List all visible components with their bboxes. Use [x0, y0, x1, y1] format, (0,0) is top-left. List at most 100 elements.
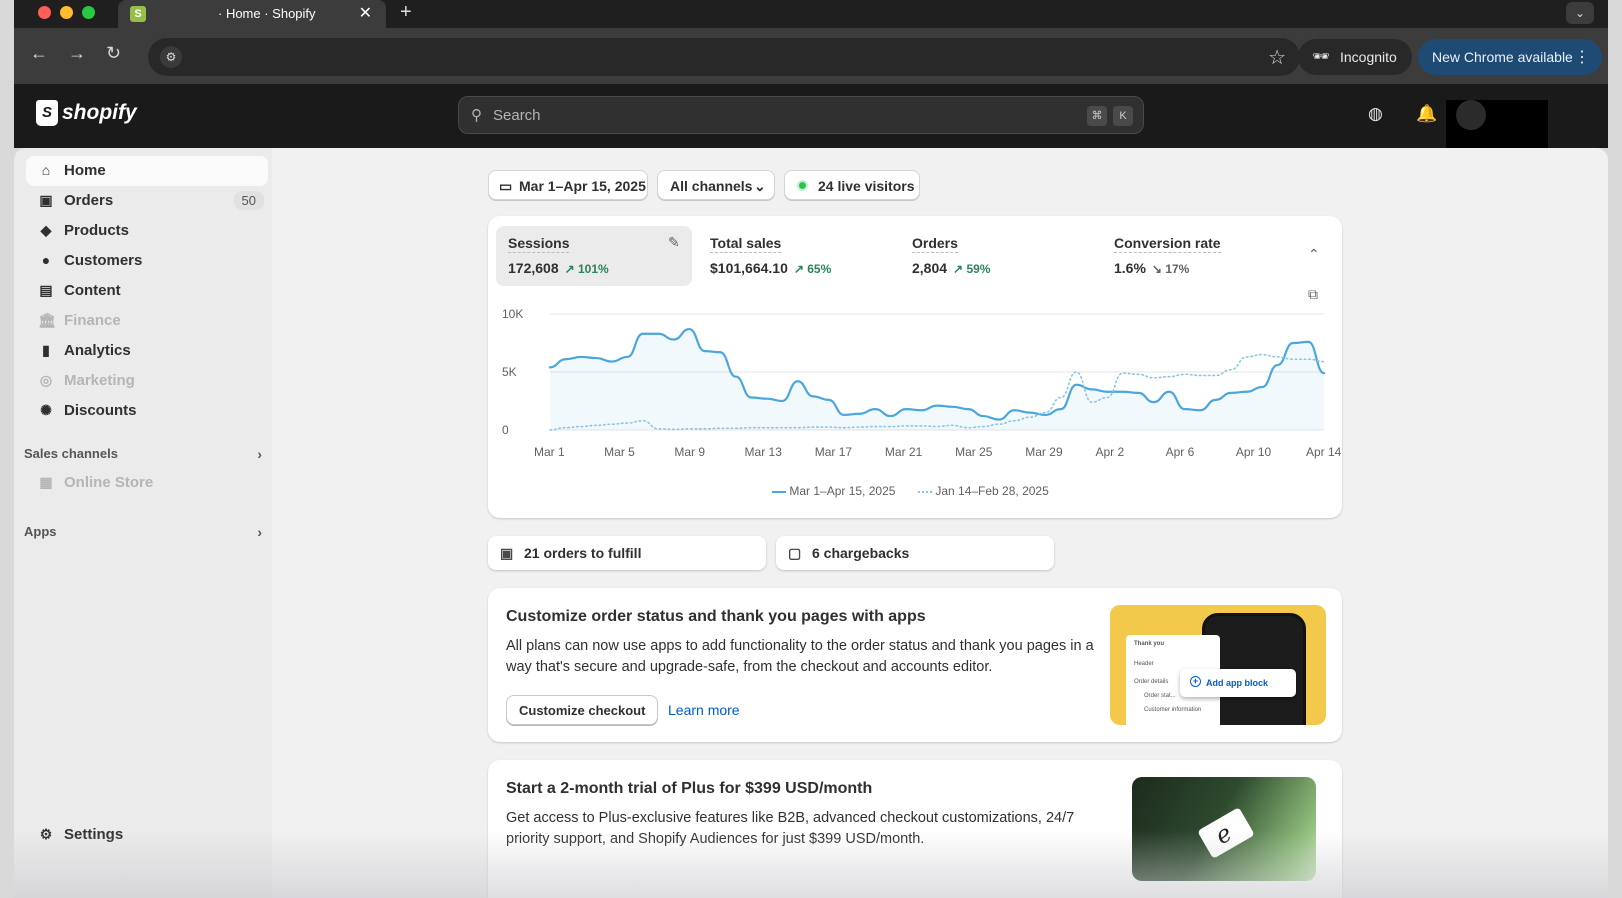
forward-arrow-icon[interactable]: →: [68, 43, 86, 64]
sidebar: ⌂ Home ▣ Orders 50 ◆ Products ● Customer…: [14, 148, 272, 898]
metric-total-sales[interactable]: Total sales $101,664.10 ↗ 65%: [698, 226, 894, 286]
x-tick-label: Mar 13: [745, 445, 783, 459]
tab-title: · Home · Shopify: [218, 6, 316, 21]
orders-to-fulfill-button[interactable]: ▣ 21 orders to fulfill: [488, 536, 766, 570]
inbox-icon: ▣: [39, 192, 53, 208]
x-tick-label: Apr 10: [1236, 445, 1272, 459]
search-placeholder: Search: [493, 107, 541, 124]
sidebar-item-label: Customers: [64, 252, 143, 269]
legend-label: Jan 14–Feb 28, 2025: [935, 484, 1049, 498]
sessions-line-chart: 10K 5K 0 Mar 1 Mar 5 Mar 9 Mar 13 Mar 17 Mar 21 M…: [502, 307, 1342, 459]
maximize-window-button[interactable]: [82, 6, 95, 19]
x-tick-label: Apr 2: [1095, 445, 1124, 459]
search-icon: ⚲: [471, 107, 482, 124]
x-tick-label: Mar 1: [534, 445, 565, 459]
sidebar-item-products[interactable]: ◆ Products: [26, 216, 268, 246]
legend-current: Mar 1–Apr 15, 2025: [772, 484, 895, 498]
metric-change: ↗ 59%: [953, 262, 991, 276]
cmd-key-icon: ⌘: [1087, 106, 1107, 126]
browser-tab[interactable]: S · Home · Shopify ✕: [118, 0, 386, 28]
sidebar-item-online-store[interactable]: ▦ Online Store: [26, 468, 268, 498]
orders-count-badge: 50: [233, 191, 264, 210]
close-window-button[interactable]: [38, 6, 51, 19]
tab-search-button[interactable]: ⌄: [1566, 2, 1594, 24]
plus-illustration: [1132, 777, 1316, 881]
x-tick-label: Mar 25: [955, 445, 993, 459]
sidebar-item-analytics[interactable]: ▮ Analytics: [26, 336, 268, 366]
back-arrow-icon[interactable]: ←: [30, 43, 48, 64]
x-tick-label: Mar 21: [885, 445, 923, 459]
add-app-block-illustration: + Add app block: [1180, 669, 1296, 697]
x-tick-label: Apr 14: [1306, 445, 1342, 459]
sidebar-item-content[interactable]: ▤ Content: [26, 276, 268, 306]
x-tick-label: Apr 6: [1166, 445, 1195, 459]
sidebar-item-finance[interactable]: 🏛 Finance: [26, 306, 268, 336]
apps-header[interactable]: Apps ›: [24, 524, 266, 540]
metric-number: 172,608: [508, 260, 559, 276]
task-label: 6 chargebacks: [812, 545, 910, 561]
learn-more-link[interactable]: Learn more: [668, 702, 740, 718]
promo-card-plus: Start a 2-month trial of Plus for $399 U…: [488, 760, 1342, 898]
shopify-favicon-icon: S: [130, 6, 146, 22]
sidebar-item-settings[interactable]: ⚙ Settings: [26, 820, 268, 850]
customize-checkout-button[interactable]: Customize checkout: [506, 695, 659, 725]
minimize-window-button[interactable]: [60, 6, 73, 19]
sales-channels-header[interactable]: Sales channels ›: [24, 446, 266, 462]
y-tick-label: 5K: [502, 365, 517, 379]
task-label: 21 orders to fulfill: [524, 545, 642, 561]
sidebar-item-label: Content: [64, 282, 121, 299]
illus-sheet-title: Thank you: [1134, 641, 1165, 647]
bell-icon[interactable]: 🔔: [1416, 104, 1437, 124]
sidebar-item-label: Analytics: [64, 342, 131, 359]
metric-change-value: 17%: [1165, 262, 1190, 276]
sidebar-item-orders[interactable]: ▣ Orders 50: [26, 186, 268, 216]
main-content: ▭ Mar 1–Apr 15, 2025 All channels ⌄ 24 l…: [272, 148, 1608, 898]
chevron-right-icon: ›: [257, 524, 262, 540]
legend-dotted-swatch: [918, 490, 932, 493]
shopify-logo[interactable]: shopify: [36, 100, 137, 126]
channels-select[interactable]: All channels ⌄: [657, 170, 775, 200]
live-visitors-button[interactable]: 24 live visitors: [784, 170, 920, 200]
illus-row: Order details: [1134, 679, 1169, 685]
sidebar-item-customers[interactable]: ● Customers: [26, 246, 268, 276]
sidebar-item-marketing[interactable]: ◎ Marketing: [26, 366, 268, 396]
metric-name: Sessions: [508, 235, 570, 253]
shopify-bag-icon: [36, 100, 58, 126]
sidebar-item-home[interactable]: ⌂ Home: [26, 156, 268, 186]
bookmark-star-icon[interactable]: ☆: [1268, 45, 1286, 70]
metric-conversion-rate[interactable]: Conversion rate 1.6% ↘ 17%: [1102, 226, 1298, 286]
sidekick-icon[interactable]: ◍: [1368, 104, 1383, 124]
sidebar-item-discounts[interactable]: ✺ Discounts: [26, 396, 268, 426]
sidebar-item-label: Discounts: [64, 402, 137, 419]
metric-value: 172,608 ↗ 101%: [508, 260, 609, 276]
x-tick-label: Mar 5: [604, 445, 635, 459]
more-menu-icon: ⋮: [1574, 49, 1590, 66]
reload-icon[interactable]: ↻: [106, 43, 121, 64]
legend-solid-swatch: [772, 490, 786, 493]
bank-icon: 🏛: [38, 312, 56, 328]
tab-close-icon[interactable]: ✕: [359, 3, 372, 23]
date-range-picker[interactable]: ▭ Mar 1–Apr 15, 2025: [488, 170, 648, 200]
new-tab-button[interactable]: +: [400, 1, 412, 24]
promo-title: Start a 2-month trial of Plus for $399 U…: [506, 780, 873, 797]
promo-body: Get access to Plus-exclusive features li…: [506, 810, 1075, 847]
home-icon: ⌂: [41, 162, 51, 178]
incognito-label: Incognito: [1340, 49, 1397, 65]
chargebacks-button[interactable]: ▢ 6 chargebacks: [776, 536, 1054, 570]
address-bar[interactable]: ⚙ ☆: [148, 38, 1300, 76]
store-account-menu[interactable]: [1446, 100, 1548, 148]
site-settings-icon[interactable]: ⚙: [160, 46, 182, 68]
metric-sessions[interactable]: Sessions 172,608 ↗ 101% ✎: [496, 226, 692, 286]
metric-orders[interactable]: Orders 2,804 ↗ 59%: [900, 226, 1096, 286]
metric-value: $101,664.10 ↗ 65%: [710, 260, 831, 276]
incognito-indicator[interactable]: 🕶 Incognito: [1298, 39, 1412, 75]
metric-change-value: 59%: [966, 262, 991, 276]
edit-pencil-icon[interactable]: ✎: [668, 234, 680, 251]
sidebar-item-label: Marketing: [64, 372, 135, 389]
search-input[interactable]: ⚲ Search ⌘ K: [458, 96, 1144, 134]
browser-toolbar: ← → ↻ ⚙ ☆ 🕶 Incognito New Chrome availab…: [14, 28, 1608, 84]
sidebar-item-label: Products: [64, 222, 130, 239]
chevron-up-icon[interactable]: ⌃: [1308, 246, 1320, 263]
update-chrome-button[interactable]: New Chrome available ⋮: [1418, 39, 1602, 75]
price-tag-icon: [1197, 807, 1255, 859]
